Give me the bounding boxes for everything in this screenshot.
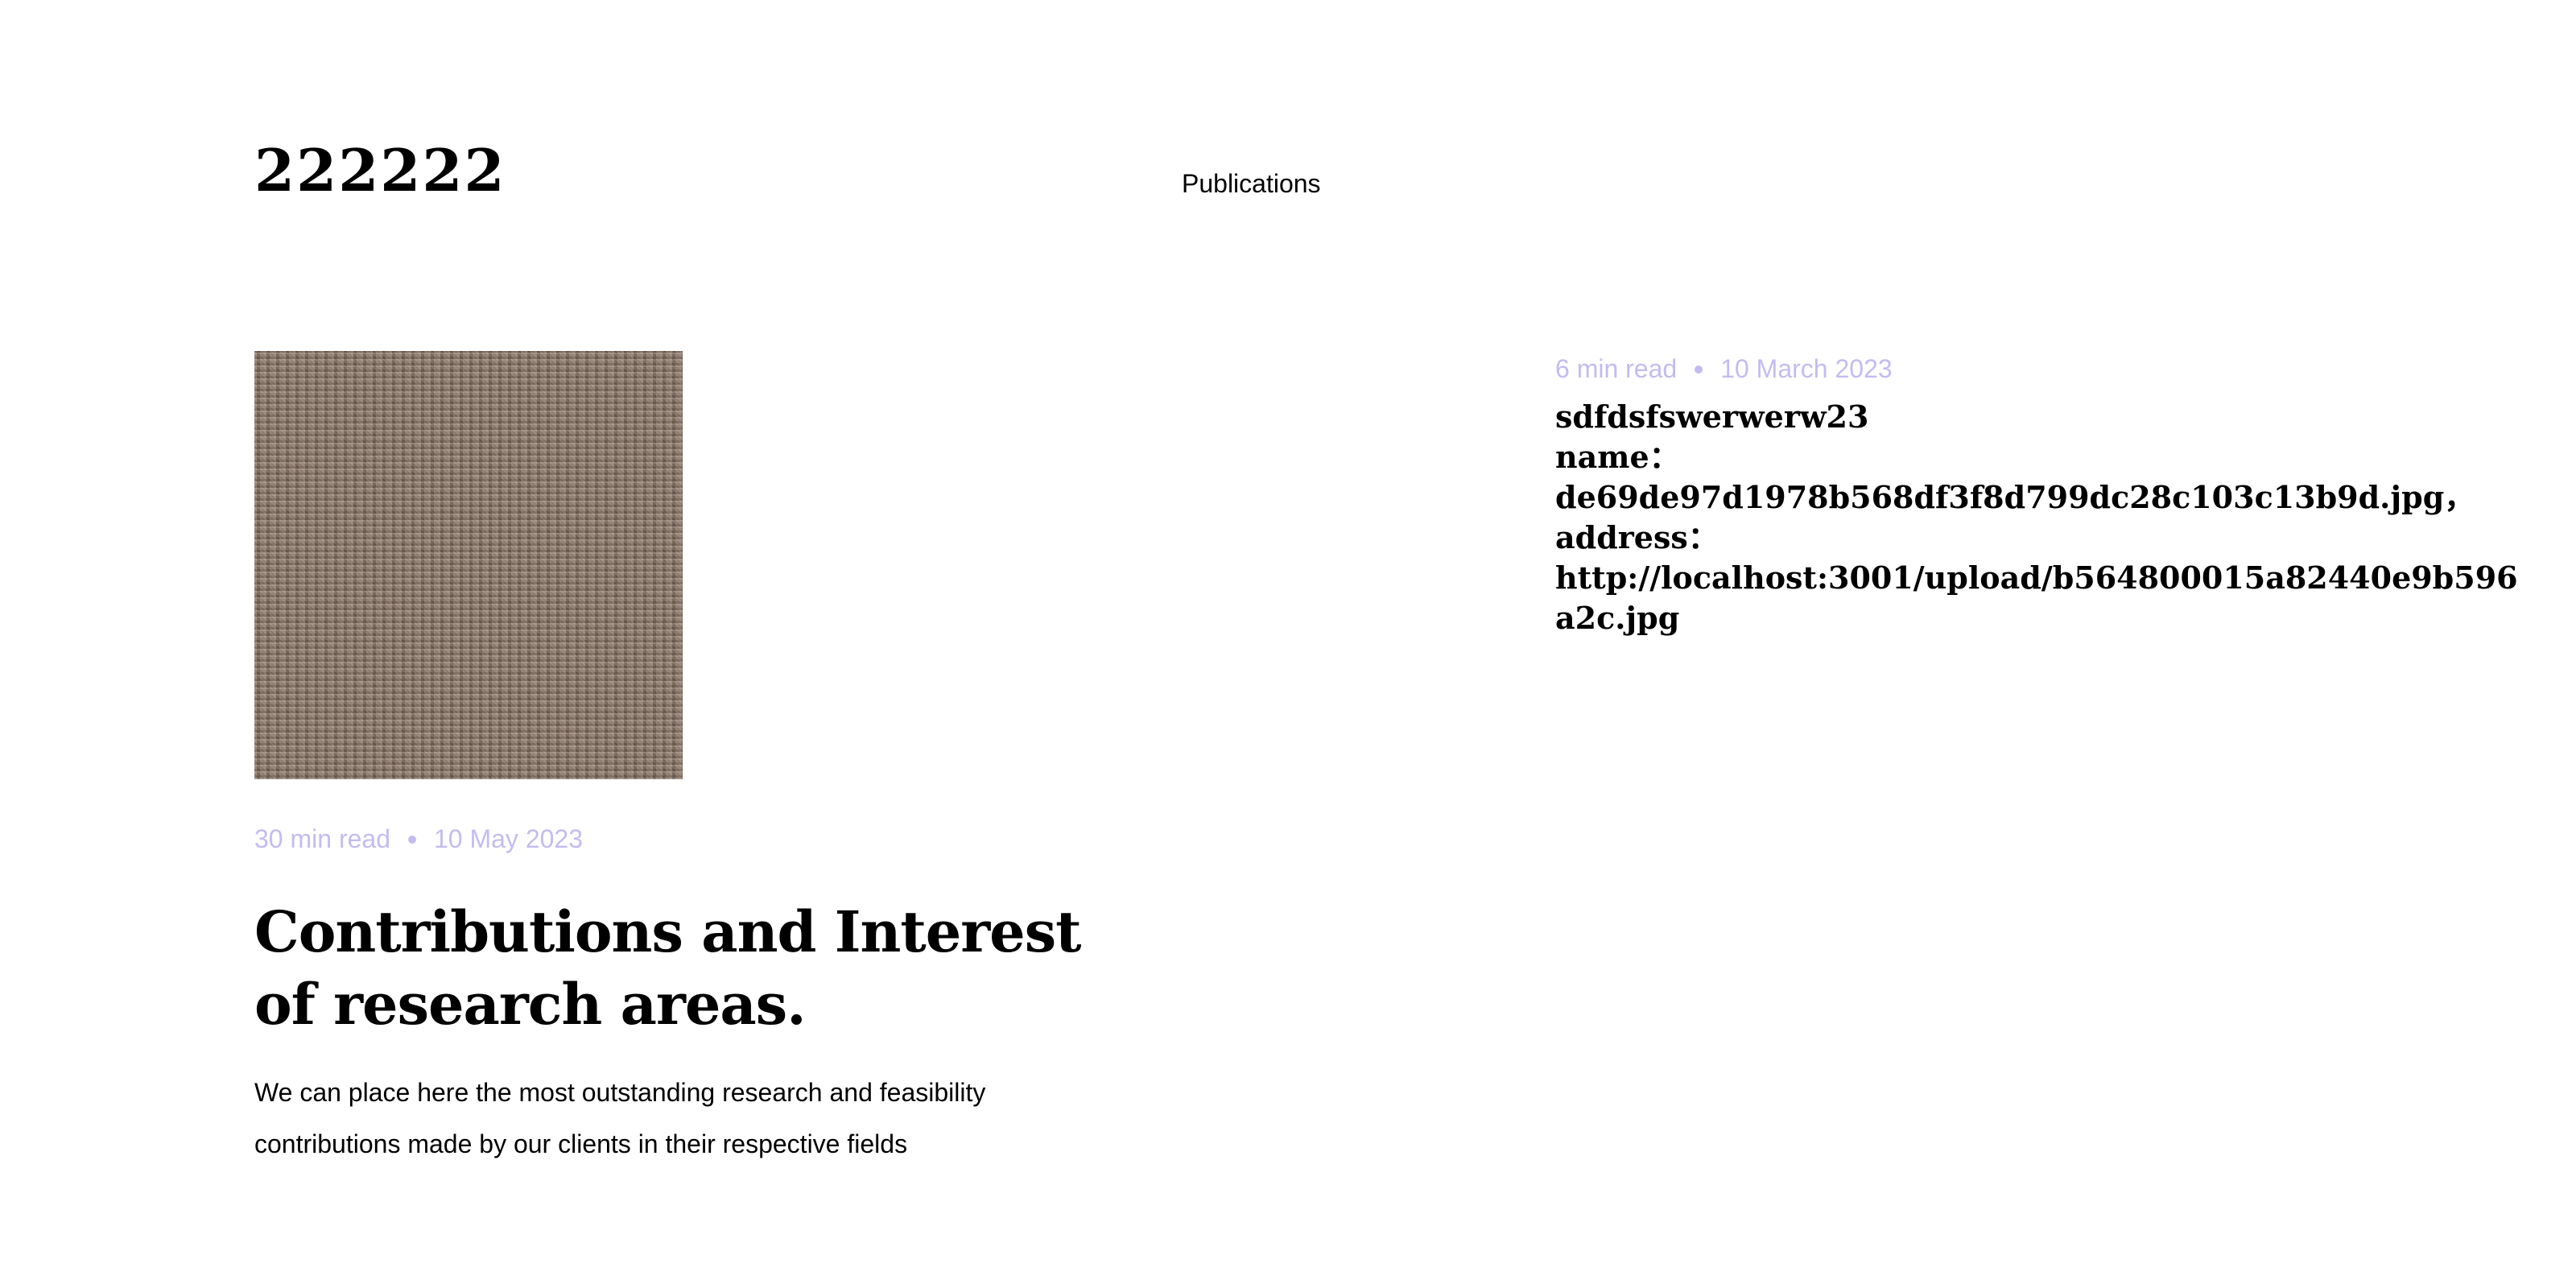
post-title[interactable]: Contributions and Interest of research a… [254,896,1108,1041]
dot-separator-icon [407,835,416,844]
post-description: We can place here the most outstanding r… [254,1078,986,1158]
post-title[interactable]: sdfdsfswerwerw23 name： de69de97d1978b568… [1555,397,2521,638]
post-meta: 6 min read 10 March 2023 [1555,354,2521,384]
nav-publications-link[interactable]: Publications [1182,169,1321,199]
post-date: 10 May 2023 [433,824,583,853]
page: 222222 Publications 30 min read 10 May 2… [0,0,2576,1288]
post-thumbnail-image[interactable] [254,351,683,779]
post-card[interactable]: 30 min read 10 May 2023 Contributions an… [254,351,1108,1170]
post-meta: 30 min read 10 May 2023 [254,824,1108,854]
read-time: 30 min read [254,824,390,853]
read-time: 6 min read [1555,354,1678,383]
dot-separator-icon [1695,365,1703,374]
post-date: 10 March 2023 [1720,354,1893,383]
post-card[interactable]: 6 min read 10 March 2023 sdfdsfswerwerw2… [1555,354,2521,638]
site-logo[interactable]: 222222 [254,142,506,200]
